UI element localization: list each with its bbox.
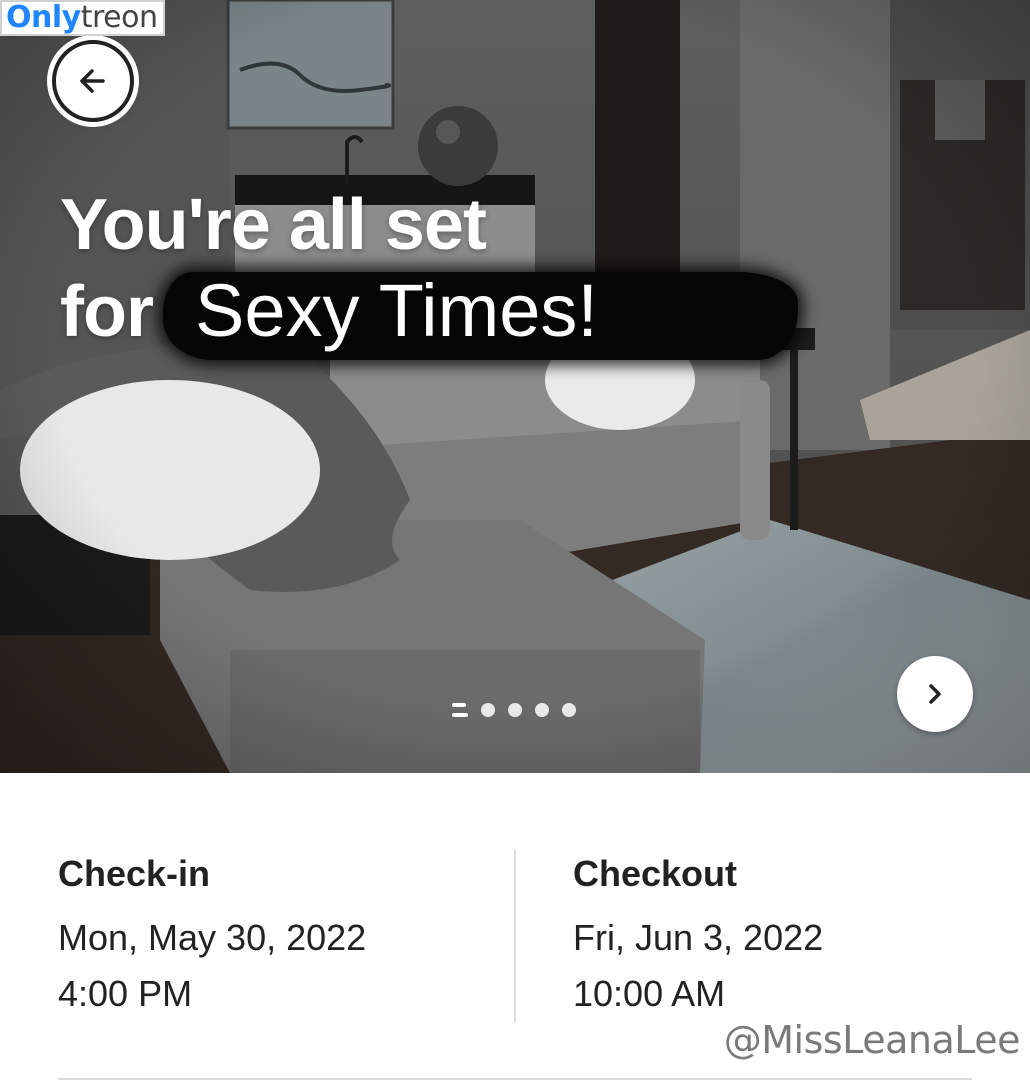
checkin-date: Mon, May 30, 2022 [58,917,367,958]
next-photo-button[interactable] [897,656,973,732]
listing-photo [0,0,1030,773]
checkin-time: 4:00 PM [58,973,193,1014]
checkin-label: Check-in [58,853,211,894]
title-line-2-start: for [60,272,154,352]
back-button[interactable] [52,40,134,122]
title-line-2: for Sexy Times! [60,268,798,360]
creator-handle-watermark: @MissLeanaLee [723,1018,1021,1062]
checkout-date: Fri, Jun 3, 2022 [573,917,824,958]
checkout-time: 10:00 AM [573,973,726,1014]
checkout-label: Checkout [573,853,738,894]
brand-part-1: Only [6,0,81,35]
title-overlay-text: Sexy Times! [162,268,798,360]
brand-watermark: Onlytreon [0,0,166,36]
listing-photo-carousel[interactable]: You're all set for Sexy Times! [0,0,1030,773]
carousel-dot[interactable] [481,703,495,717]
checkout-section: Checkout Fri, Jun 3, 2022 10:00 AM [573,851,823,1017]
arrow-left-icon [80,69,105,93]
carousel-dot-active[interactable] [452,703,468,717]
carousel-dot[interactable] [562,703,576,717]
carousel-indicator [452,700,576,720]
title-line-1: You're all set [60,185,487,265]
chevron-right-icon [929,684,941,704]
carousel-dot[interactable] [535,703,549,717]
brand-part-2: treon [80,0,158,35]
carousel-dot[interactable] [508,703,522,717]
vertical-divider [514,850,516,1022]
booking-confirmation-title: You're all set for Sexy Times! [60,182,798,360]
checkin-section: Check-in Mon, May 30, 2022 4:00 PM [58,851,366,1017]
